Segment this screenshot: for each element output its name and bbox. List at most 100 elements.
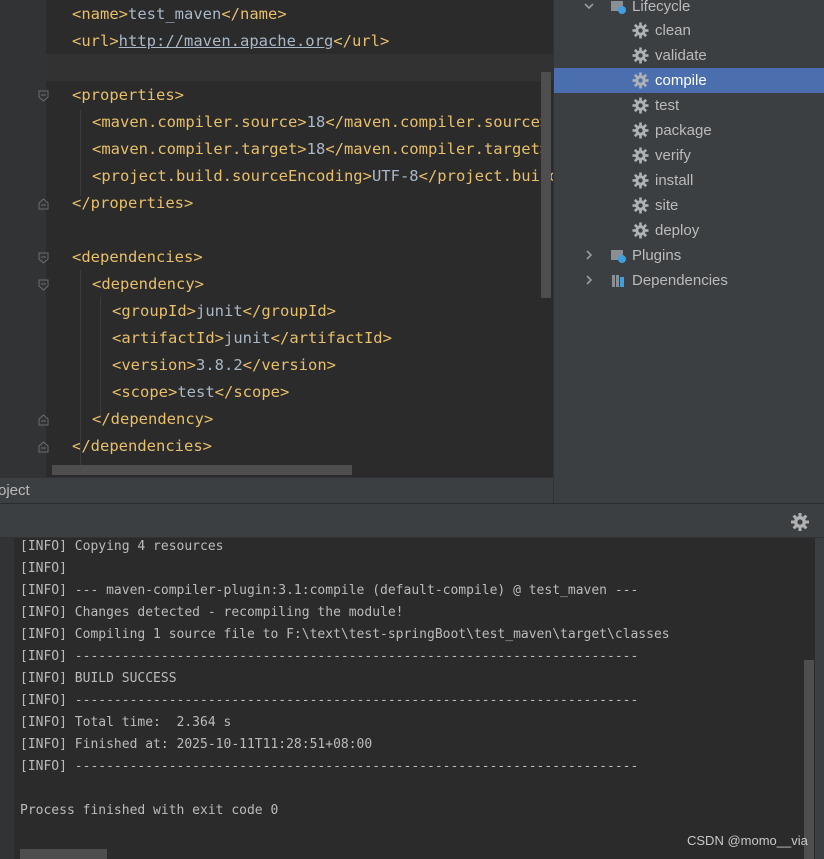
gear-icon [632,22,649,39]
xml-tag: <url> [72,32,119,50]
tree-node-dependencies[interactable]: Dependencies [554,268,824,293]
code-line[interactable]: <groupId>junit</groupId> [112,298,336,325]
phase-label: compile [655,72,707,89]
editor-horizontal-scrollbar[interactable] [52,465,352,475]
lifecycle-phase-package[interactable]: package [554,118,824,143]
tree-node-plugins[interactable]: Plugins [554,243,824,268]
tree-label-dependencies: Dependencies [632,272,728,289]
phase-label: install [655,172,694,189]
fold-open-icon[interactable] [38,252,49,264]
lifecycle-phase-site[interactable]: site [554,193,824,218]
xml-tag: <dependencies> [72,248,203,266]
console-line: [INFO] --- maven-compiler-plugin:3.1:com… [20,583,639,598]
tree-node-lifecycle[interactable]: Lifecycle [554,0,824,19]
code-editor[interactable]: <name>test_maven</name> <url>http://maven… [0,0,553,477]
url-link[interactable]: http://maven.apache.org [119,32,334,50]
library-icon [612,275,624,287]
code-line[interactable]: <url>http://maven.apache.org</url> [72,28,389,55]
folder-gear-icon [611,1,626,14]
console-line: [INFO] Changes detected - recompiling th… [20,605,404,620]
xml-tag: <maven.compiler.source> [92,113,307,131]
code-line[interactable]: <scope>test</scope> [112,379,289,406]
lifecycle-phase-clean[interactable]: clean [554,18,824,43]
fold-close-icon[interactable] [38,441,49,453]
code-line[interactable]: <properties> [72,82,184,109]
gear-icon [632,172,649,189]
code-line[interactable]: </properties> [72,190,193,217]
console-line: [INFO] ---------------------------------… [20,649,639,664]
code-line[interactable]: </dependencies> [72,433,212,460]
lifecycle-phase-verify[interactable]: verify [554,143,824,168]
xml-tag: <scope> [112,383,178,401]
run-console[interactable]: [INFO] Copying 4 resources [INFO] [INFO] -… [0,538,824,859]
indent-guide [80,110,81,196]
code-line[interactable]: <artifactId>junit</artifactId> [112,325,392,352]
tree-label-lifecycle: Lifecycle [632,0,691,15]
code-line[interactable]: <name>test_maven</name> [72,1,287,28]
code-line[interactable]: <project.build.sourceEncoding>UTF-8</pro… [92,163,553,190]
gear-icon [632,147,649,164]
lifecycle-phase-install[interactable]: install [554,168,824,193]
console-line: [INFO] [20,561,67,576]
phase-label: validate [655,47,707,64]
xml-tag: </version> [242,356,336,374]
xml-text: 18 [306,140,326,158]
console-vertical-scrollbar[interactable] [804,660,814,859]
gear-icon [632,122,649,139]
xml-tag: </properties> [72,194,194,212]
xml-tag: <artifactId> [112,329,224,347]
console-line: [INFO] BUILD SUCCESS [20,671,177,686]
gear-icon [632,197,649,214]
console-line: [INFO] Total time: 2.364 s [20,715,232,730]
xml-text: test_maven [128,5,222,23]
xml-tag: </dependency> [92,410,214,428]
code-line[interactable]: </dependency> [92,406,213,433]
fold-close-icon[interactable] [38,414,49,426]
console-scroll-track [815,538,824,859]
console-horizontal-scrollbar[interactable] [20,849,107,859]
watermark: CSDN @momo__via [687,833,808,848]
xml-tag: </scope> [214,383,290,401]
lifecycle-phase-validate[interactable]: validate [554,43,824,68]
chevron-down-icon[interactable] [584,1,594,11]
xml-text: junit [196,302,243,320]
gear-icon [632,97,649,114]
chevron-right-icon[interactable] [584,250,594,260]
xml-tag: <maven.compiler.target> [92,140,307,158]
current-line-highlight [46,54,553,81]
code-line[interactable]: <dependencies> [72,244,203,271]
fold-close-icon[interactable] [38,198,49,210]
phase-label: test [655,97,680,114]
xml-tag: <name> [72,5,128,23]
code-line[interactable]: <dependency> [92,271,204,298]
xml-tag: <project.build.sourceEncoding> [92,167,372,185]
xml-tag: </artifactId> [270,329,392,347]
code-line[interactable]: <version>3.8.2</version> [112,352,336,379]
xml-tag: </name> [221,5,287,23]
folder-gear-icon [611,250,626,263]
xml-text: junit [223,329,271,347]
code-line[interactable]: <maven.compiler.target>18</maven.compile… [92,136,549,163]
tree-label-plugins: Plugins [632,247,682,264]
project-tab-label[interactable]: oject [0,478,30,504]
fold-open-icon[interactable] [38,90,49,102]
xml-tag: <properties> [72,86,184,104]
editor-vertical-scrollbar[interactable] [541,72,551,298]
settings-gear-icon[interactable] [790,512,810,532]
phase-label: deploy [655,222,700,239]
console-line: [INFO] ---------------------------------… [20,759,639,774]
console-line: [INFO] Copying 4 resources [20,539,224,554]
lifecycle-phase-test[interactable]: test [554,93,824,118]
console-gutter [0,538,14,859]
lifecycle-phase-compile[interactable]: compile [554,68,824,93]
fold-open-icon[interactable] [38,279,49,291]
phase-label: site [655,197,679,214]
code-line[interactable]: <maven.compiler.source>18</maven.compile… [92,109,549,136]
chevron-right-icon[interactable] [584,275,594,285]
console-line: [INFO] Finished at: 2025-10-11T11:28:51+… [20,737,373,752]
xml-tag: </project.build.sourceEncoding> [418,167,553,185]
lifecycle-phase-deploy[interactable]: deploy [554,218,824,243]
xml-tag: <version> [112,356,196,374]
console-line: [INFO] Compiling 1 source file to F:\tex… [20,627,670,642]
console-line: Process finished with exit code 0 [20,803,279,818]
